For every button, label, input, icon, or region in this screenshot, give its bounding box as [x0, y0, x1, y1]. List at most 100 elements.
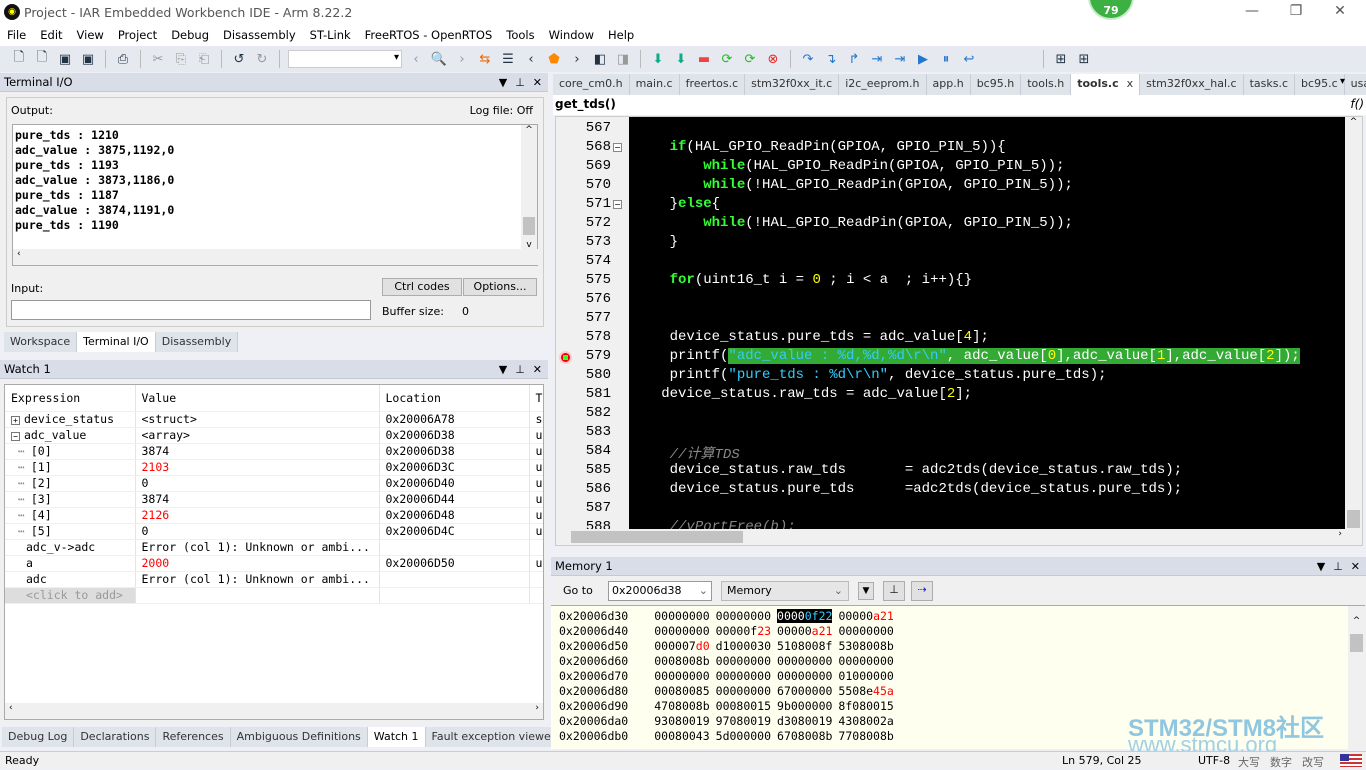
memory-word[interactable]: 00000000	[654, 669, 709, 683]
tab-references[interactable]: References	[156, 727, 231, 747]
nav-back-icon[interactable]: ◧	[591, 50, 609, 68]
memory-word[interactable]: 00000f23	[716, 624, 771, 638]
editor-tab[interactable]: stm32f0xx_hal.c	[1140, 74, 1244, 95]
terminal-input[interactable]	[11, 300, 371, 320]
options-button[interactable]: Options...	[463, 278, 537, 296]
break-icon[interactable]: ⏸	[937, 50, 955, 68]
step-into-icon[interactable]: ↴	[822, 50, 840, 68]
memory-word[interactable]: 01000000	[838, 669, 893, 683]
editor-tab[interactable]: freertos.c	[680, 74, 746, 95]
cut-icon[interactable]: ✂	[149, 50, 167, 68]
memory-word[interactable]: d1000030	[716, 639, 771, 653]
dropdown-icon[interactable]: ▼	[1317, 560, 1325, 573]
collapse-icon[interactable]: −	[11, 432, 20, 441]
paste-icon[interactable]: ⎗	[195, 50, 213, 68]
tab-terminal-i-o[interactable]: Terminal I/O	[77, 332, 156, 352]
prev-bookmark-icon[interactable]: ‹	[522, 50, 540, 68]
redo-icon[interactable]: ↻	[253, 50, 271, 68]
column-header[interactable]: Value	[135, 385, 380, 412]
make-icon[interactable]: ⬇	[672, 50, 690, 68]
editor-tab[interactable]: i2c_eeprom.h	[839, 74, 927, 95]
tab-declarations[interactable]: Declarations	[74, 727, 157, 747]
debug-without-download-icon[interactable]: ⟳	[741, 50, 759, 68]
watch-add-row[interactable]: <click to add>	[5, 587, 543, 604]
memory-word[interactable]: 5108008f	[777, 639, 832, 653]
memory-word[interactable]: 00000000	[716, 654, 771, 668]
function-navigator[interactable]: get_tds() f()	[553, 95, 1366, 115]
editor-tab[interactable]: usart.c	[1345, 74, 1366, 95]
layout-icon[interactable]: ⊞	[1052, 50, 1070, 68]
expand-icon[interactable]: +	[11, 416, 20, 425]
memory-word[interactable]: 00080085	[654, 684, 709, 698]
menu-project[interactable]: Project	[111, 28, 164, 42]
menu-disassembly[interactable]: Disassembly	[216, 28, 303, 42]
pin-icon[interactable]: ⊥	[1333, 560, 1343, 573]
watch-value[interactable]: 2126	[135, 507, 380, 524]
editor-tab[interactable]: stm32f0xx_it.c	[745, 74, 840, 95]
memory-word[interactable]: 00000000	[716, 669, 771, 683]
stop-debug-icon[interactable]: ⊗	[764, 50, 782, 68]
download-debug-icon[interactable]: ⟳	[718, 50, 736, 68]
menu-view[interactable]: View	[70, 28, 111, 42]
tab-ambiguous-definitions[interactable]: Ambiguous Definitions	[231, 727, 368, 747]
menu-file[interactable]: File	[0, 28, 33, 42]
watch-value[interactable]: 2103	[135, 459, 380, 476]
data-breakpoint-icon[interactable]: ⊥	[883, 581, 905, 601]
editor-tab[interactable]: tools.h	[1021, 74, 1072, 95]
editor-tab[interactable]: bc95.h	[971, 74, 1022, 95]
find-previous-icon[interactable]: ‹	[407, 50, 425, 68]
memory-word[interactable]: 00000000	[777, 654, 832, 668]
terminal-hscrollbar[interactable]: ‹	[13, 249, 539, 265]
menu-window[interactable]: Window	[542, 28, 601, 42]
memory-row[interactable]: 0x20006d80 00080085 00000000 67000000 5508e4…	[559, 684, 1365, 699]
tab-disassembly[interactable]: Disassembly	[156, 332, 239, 352]
live-update-icon[interactable]: ⇢	[911, 581, 933, 601]
find-icon[interactable]: 🔍	[430, 50, 448, 68]
watch-value[interactable]: 0	[135, 475, 380, 492]
memory-word[interactable]: 6708008b	[777, 729, 832, 743]
menu-tools[interactable]: Tools	[499, 28, 541, 42]
watch-value[interactable]: <array>	[135, 427, 380, 444]
memory-word[interactable]: 4708008b	[654, 699, 709, 713]
fold-icon[interactable]: −	[613, 143, 622, 152]
memory-word[interactable]: 7708008b	[838, 729, 893, 743]
pin-icon[interactable]: ⊥	[515, 363, 525, 376]
step-out-icon[interactable]: ↱	[845, 50, 863, 68]
memory-word[interactable]: d3080019	[777, 714, 832, 728]
memory-row[interactable]: 0x20006d60 0008008b 00000000 00000000 000000…	[559, 654, 1365, 669]
reset-icon[interactable]: ↩	[960, 50, 978, 68]
code-editor[interactable]: 567 568− if(HAL_GPIO_ReadPin(GPIOA, GPIO_…	[555, 116, 1363, 546]
watch-row[interactable]: ⋯ [5] 0 0x20006D4C u	[5, 523, 543, 540]
memory-row[interactable]: 0x20006d70 00000000 00000000 00000000 010000…	[559, 669, 1365, 684]
memory-word[interactable]: 00000000	[716, 609, 771, 623]
memory-scrollbar[interactable]: ^	[1348, 606, 1365, 749]
undo-icon[interactable]: ↺	[230, 50, 248, 68]
menu-help[interactable]: Help	[601, 28, 641, 42]
watch-row[interactable]: adc Error (col 1): Unknown or ambi...	[5, 571, 543, 588]
memory-word[interactable]: 00000000	[654, 624, 709, 638]
watch-value[interactable]: <struct>	[135, 411, 380, 428]
copy-icon[interactable]: ⎘	[172, 50, 190, 68]
watch-value[interactable]: 3874	[135, 443, 380, 460]
close-window-button[interactable]: ✕	[1318, 0, 1362, 24]
minimize-button[interactable]: —	[1230, 0, 1274, 24]
go-to-line-icon[interactable]: ☰	[499, 50, 517, 68]
add-expression-field[interactable]: <click to add>	[5, 587, 136, 604]
menu-st-link[interactable]: ST-Link	[303, 28, 358, 42]
close-tab-icon[interactable]: x	[1119, 77, 1134, 90]
goto-address-combo[interactable]: 0x20006d38 ⌄	[608, 581, 712, 601]
editor-tab[interactable]: bc95.c	[1295, 74, 1345, 95]
maximize-button[interactable]: ❐	[1274, 0, 1318, 24]
menu-edit[interactable]: Edit	[33, 28, 69, 42]
watch-value[interactable]: 0	[135, 523, 380, 540]
tab-watch-1[interactable]: Watch 1	[367, 727, 426, 747]
memory-options-button[interactable]: ▼	[858, 582, 874, 600]
memory-zone-select[interactable]: Memory ⌄	[721, 581, 849, 601]
memory-word[interactable]: 97080019	[716, 714, 771, 728]
memory-word[interactable]: 00000a21	[838, 609, 893, 623]
watch-value[interactable]: Error (col 1): Unknown or ambi...	[135, 539, 380, 556]
function-list-icon[interactable]: f()	[1350, 97, 1364, 111]
memory-word[interactable]: 4308002a	[838, 714, 893, 728]
watch-row[interactable]: ⋯ [4] 2126 0x20006D48 u	[5, 507, 543, 524]
bookmark-icon[interactable]: ⬟	[545, 50, 563, 68]
